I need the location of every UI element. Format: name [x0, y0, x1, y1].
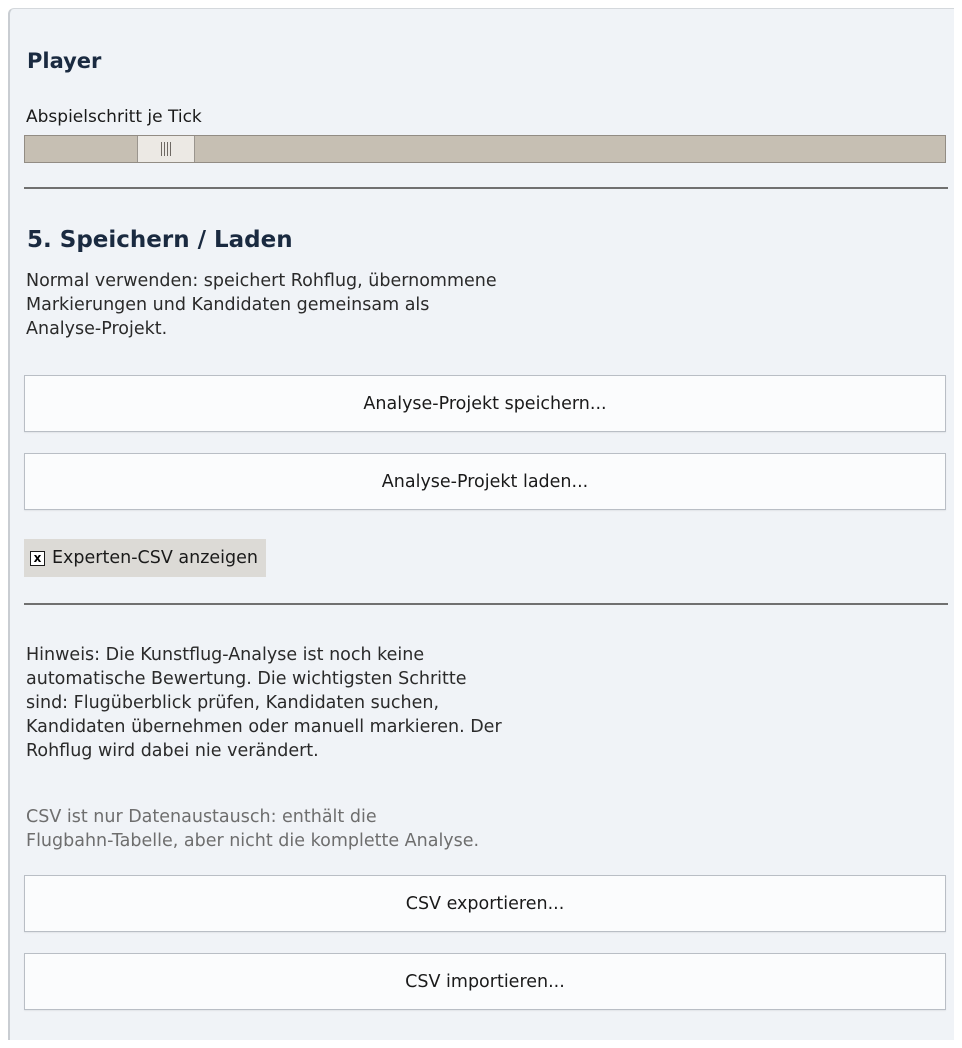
description-line: Normal verwenden: speichert Rohflug, übe…: [26, 271, 497, 291]
section-divider: [24, 187, 948, 189]
description-line: Markierungen und Kandidaten gemeinsam al…: [26, 295, 430, 315]
expert-csv-checkbox[interactable]: x Experten-CSV anzeigen: [24, 539, 266, 577]
load-project-button[interactable]: Analyse-Projekt laden...: [24, 453, 946, 510]
section-divider: [24, 603, 948, 605]
csv-note-line: CSV ist nur Datenaustausch: enthält die: [26, 807, 377, 827]
hint-line: automatische Bewertung. Die wichtigsten …: [26, 669, 467, 689]
side-panel: Player Abspielschritt je Tick 5. Speiche…: [8, 8, 954, 1040]
csv-import-button[interactable]: CSV importieren...: [24, 953, 946, 1010]
slider-label: Abspielschritt je Tick: [26, 107, 202, 127]
csv-export-button[interactable]: CSV exportieren...: [24, 875, 946, 932]
hint-text: Hinweis: Die Kunstflug-Analyse ist noch …: [26, 643, 666, 763]
save-project-button[interactable]: Analyse-Projekt speichern...: [24, 375, 946, 432]
hint-line: Hinweis: Die Kunstflug-Analyse ist noch …: [26, 645, 425, 665]
save-load-heading: 5. Speichern / Laden: [27, 227, 293, 253]
hint-line: Kandidaten übernehmen oder manuell marki…: [26, 717, 502, 737]
hint-line: Rohflug wird dabei nie verändert.: [26, 741, 319, 761]
slider-thumb[interactable]: [137, 136, 195, 162]
description-line: Analyse-Projekt.: [26, 319, 168, 339]
checkbox-checked-icon[interactable]: x: [30, 550, 45, 566]
save-load-description: Normal verwenden: speichert Rohflug, übe…: [26, 269, 666, 341]
csv-note-line: Flugbahn-Tabelle, aber nicht die komplet…: [26, 831, 480, 851]
hint-line: sind: Flugüberblick prüfen, Kandidaten s…: [26, 693, 440, 713]
expert-csv-label: Experten-CSV anzeigen: [52, 548, 258, 568]
grip-icon: [161, 142, 171, 156]
csv-note: CSV ist nur Datenaustausch: enthält die …: [26, 805, 666, 853]
player-heading: Player: [27, 49, 102, 73]
checkbox-mark: x: [33, 550, 42, 565]
playback-step-slider[interactable]: [24, 135, 946, 163]
